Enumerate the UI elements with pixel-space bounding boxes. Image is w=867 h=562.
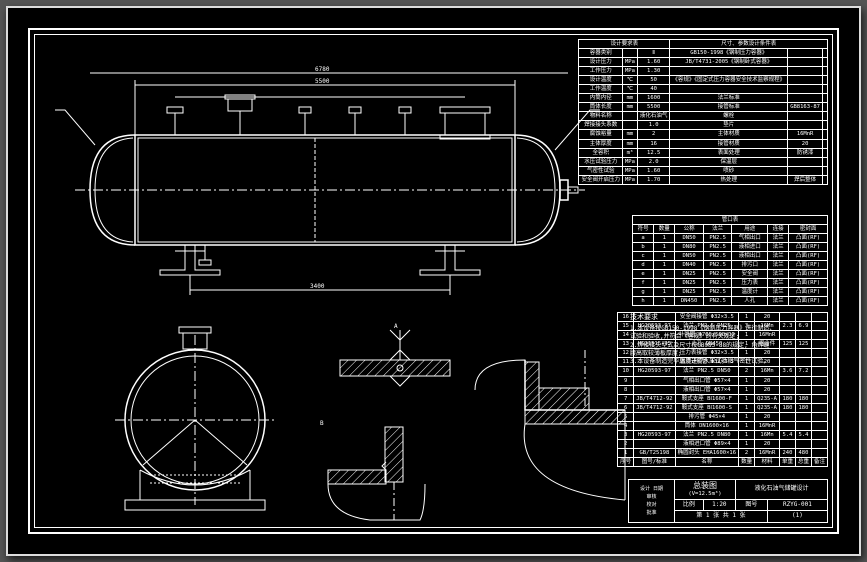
svg-text:A: A — [394, 323, 398, 330]
svg-text:5500: 5500 — [315, 78, 330, 85]
nozzle — [167, 95, 490, 139]
main-elevation: 3400 5500 6780 — [45, 55, 625, 305]
viewer-canvas: 3400 5500 6780 — [6, 6, 861, 556]
spec-table: 设计要求表尺寸、参数设计条件表 容器类别ⅡGB150-1998《钢制压力容器》设… — [578, 39, 828, 185]
nozzle-table: 管口表 符号数量公称法兰用途连接密封面 a1DN50PN2.5气相出口法兰凸面(… — [632, 215, 828, 306]
drawing-frame-outer: 3400 5500 6780 — [28, 28, 839, 534]
detail-a: A — [320, 320, 470, 420]
parts-list: 16安全阀接管 Φ32×3.512015HG20593-97法兰 PN2.5 D… — [617, 312, 828, 467]
svg-text:B: B — [320, 420, 324, 427]
detail-b: B — [310, 415, 440, 525]
end-view — [95, 315, 295, 525]
drawing-frame-inner: 3400 5500 6780 — [34, 34, 833, 528]
title-block: 设计 日期 审核 校对 批准 总装图 (V=12.5m³) 液化石油气储罐设计 … — [628, 479, 828, 523]
svg-text:6780: 6780 — [315, 66, 330, 73]
svg-text:3400: 3400 — [310, 283, 325, 290]
